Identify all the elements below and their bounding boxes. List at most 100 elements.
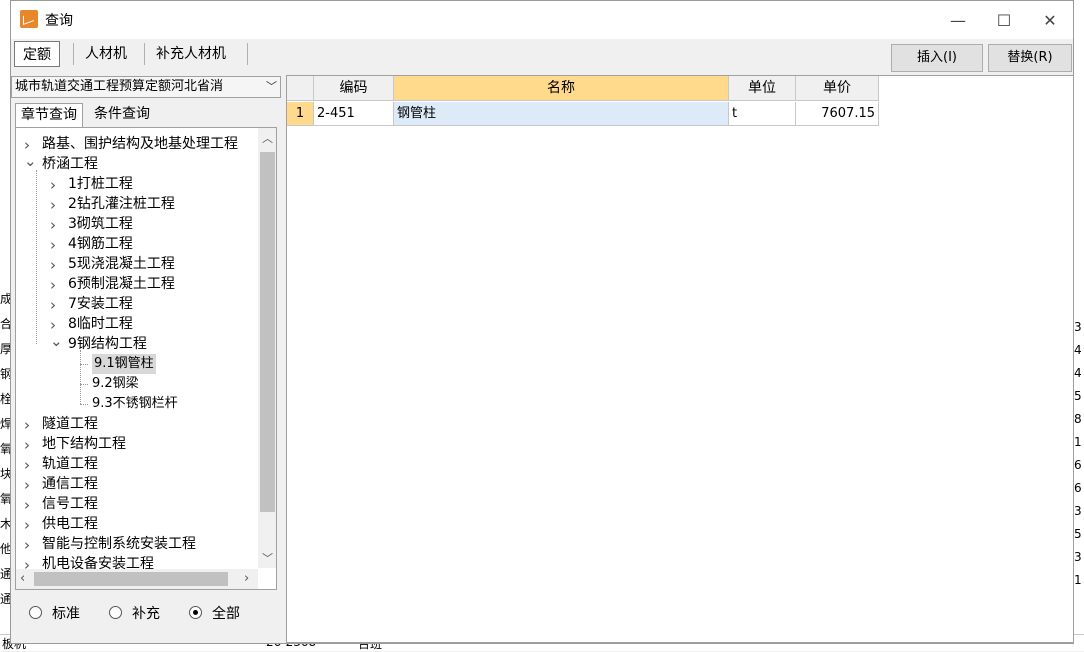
tree-node[interactable]: 供电工程 <box>42 514 98 534</box>
tree-node[interactable]: 信号工程 <box>42 494 98 514</box>
tab-divider <box>144 43 145 65</box>
tree-guide-line <box>80 384 88 385</box>
scroll-right-icon[interactable]: › <box>244 571 249 586</box>
collapse-chevron-icon[interactable]: › <box>24 516 30 534</box>
cell-price[interactable]: 7607.15 <box>796 102 879 126</box>
tree-guide-line <box>80 364 88 365</box>
tab-divider <box>247 43 248 65</box>
cell-name[interactable]: 钢管柱 <box>394 102 729 126</box>
tree-node[interactable]: 桥涵工程 <box>42 154 98 174</box>
subtab-chapter-query[interactable]: 章节查询 <box>15 103 83 127</box>
radio-circle-icon[interactable] <box>109 606 122 619</box>
quota-book-select[interactable]: 城市轨道交通工程预算定额河北省消 ﹀ <box>11 76 281 98</box>
insert-button[interactable]: 插入(I) <box>891 44 983 72</box>
column-header-unit[interactable]: 单位 <box>729 76 796 101</box>
collapse-chevron-icon[interactable]: › <box>50 256 56 274</box>
tree-node[interactable]: 4钢筋工程 <box>68 234 133 254</box>
tab-divider <box>73 43 74 65</box>
collapse-chevron-icon[interactable]: › <box>50 216 56 234</box>
filter-label: 标准 <box>52 606 80 622</box>
app-icon <box>20 10 38 28</box>
collapse-chevron-icon[interactable]: › <box>24 476 30 494</box>
tree-node[interactable]: 9.3不锈钢栏杆 <box>92 394 178 414</box>
bg-right-digit: 4 <box>1074 343 1082 357</box>
bg-right-digit: 1 <box>1074 573 1082 587</box>
tab-custom-labor-material[interactable]: 补充人材机 <box>148 41 234 67</box>
tree-node[interactable]: 6预制混凝土工程 <box>68 274 175 294</box>
tree-vertical-thumb[interactable] <box>260 152 275 512</box>
tree-node[interactable]: 8临时工程 <box>68 314 133 334</box>
bg-right-digit: 8 <box>1074 412 1082 426</box>
bg-right-digit: 5 <box>1074 527 1082 541</box>
expand-chevron-icon[interactable]: ⌄ <box>50 332 63 350</box>
radio-circle-icon[interactable] <box>29 606 42 619</box>
filter-label: 全部 <box>212 606 240 622</box>
chevron-down-icon: ﹀ <box>266 80 277 93</box>
radio-circle-icon[interactable] <box>189 606 202 619</box>
tree-guide-line <box>80 350 81 404</box>
subtab-condition-query[interactable]: 条件查询 <box>89 103 155 127</box>
collapse-chevron-icon[interactable]: › <box>50 196 56 214</box>
query-dialog: 查询 — ☐ ✕ 定额 人材机 补充人材机 插入(I) 替换(R) 城市轨道交通… <box>10 0 1074 644</box>
column-header-price[interactable]: 单价 <box>796 76 879 101</box>
cell-code[interactable]: 2-451 <box>314 102 394 126</box>
chapter-tree[interactable]: › 路基、围护结构及地基处理工程 ⌄ 桥涵工程 › 1打桩工程 › 2钻孔灌注桩工程 › 3砌筑工… <box>15 127 277 590</box>
expand-chevron-icon[interactable]: ⌄ <box>24 152 37 170</box>
tree-node[interactable]: 2钻孔灌注桩工程 <box>68 194 175 214</box>
bg-right-digit: 5 <box>1074 389 1082 403</box>
scroll-down-icon[interactable]: ﹀ <box>262 550 273 566</box>
tree-node[interactable]: 7安装工程 <box>68 294 133 314</box>
tree-horizontal-thumb[interactable] <box>34 572 228 586</box>
tree-node[interactable]: 地下结构工程 <box>42 434 126 454</box>
collapse-chevron-icon[interactable]: › <box>24 536 30 554</box>
bg-right-digit: 6 <box>1074 481 1082 495</box>
scroll-left-icon[interactable]: ‹ <box>20 571 25 586</box>
tree-node[interactable]: 3砌筑工程 <box>68 214 133 234</box>
maximize-button[interactable]: ☐ <box>981 1 1027 39</box>
tree-guide-line <box>80 404 88 405</box>
tree-node[interactable]: 智能与控制系统安装工程 <box>42 534 196 554</box>
grid-corner-header <box>287 76 314 101</box>
tree-node[interactable]: 9.1钢管柱 <box>92 354 156 374</box>
close-button[interactable]: ✕ <box>1027 1 1073 39</box>
collapse-chevron-icon[interactable]: › <box>50 236 56 254</box>
filter-label: 补充 <box>132 606 160 622</box>
tree-node[interactable]: 轨道工程 <box>42 454 98 474</box>
column-header-code[interactable]: 编码 <box>314 76 394 101</box>
minimize-button[interactable]: — <box>935 1 981 39</box>
collapse-chevron-icon[interactable]: › <box>50 276 56 294</box>
bg-right-digit: 3 <box>1074 504 1082 518</box>
bg-right-digit: 4 <box>1074 366 1082 380</box>
replace-button[interactable]: 替换(R) <box>988 44 1072 72</box>
scroll-up-icon[interactable]: ︿ <box>262 130 273 146</box>
collapse-chevron-icon[interactable]: › <box>50 176 56 194</box>
row-number[interactable]: 1 <box>287 102 314 126</box>
bg-right-digit: 6 <box>1074 458 1082 472</box>
tree-node[interactable]: 5现浇混凝土工程 <box>68 254 175 274</box>
tree-node[interactable]: 9钢结构工程 <box>68 334 147 354</box>
collapse-chevron-icon[interactable]: › <box>24 416 30 434</box>
tree-node[interactable]: 隧道工程 <box>42 414 98 434</box>
filter-radio-option[interactable]: 全部 <box>189 605 240 623</box>
window-title: 查询 <box>45 13 73 29</box>
tree-guide-line <box>36 170 37 344</box>
collapse-chevron-icon[interactable]: › <box>24 496 30 514</box>
collapse-chevron-icon[interactable]: › <box>50 296 56 314</box>
tab-quota[interactable]: 定额 <box>14 41 60 67</box>
tab-labor-material[interactable]: 人材机 <box>77 41 135 67</box>
cell-unit[interactable]: t <box>729 102 796 126</box>
title-bar[interactable]: 查询 — ☐ ✕ <box>11 1 1073 39</box>
collapse-chevron-icon[interactable]: › <box>24 456 30 474</box>
bg-right-digit: 3 <box>1074 550 1082 564</box>
filter-radio-option[interactable]: 补充 <box>109 605 160 623</box>
column-header-name[interactable]: 名称 <box>394 76 729 101</box>
tree-node[interactable]: 通信工程 <box>42 474 98 494</box>
quota-grid[interactable]: 编码 名称 单位 单价 1 2-451 钢管柱 t 7607.15 <box>286 75 1074 643</box>
filter-radio-option[interactable]: 标准 <box>29 605 80 623</box>
bg-right-digit: 3 <box>1074 320 1082 334</box>
tree-node[interactable]: 路基、围护结构及地基处理工程 <box>42 134 238 154</box>
quota-book-value: 城市轨道交通工程预算定额河北省消 <box>15 79 224 94</box>
collapse-chevron-icon[interactable]: › <box>24 436 30 454</box>
tree-node[interactable]: 9.2钢梁 <box>92 374 139 394</box>
tree-node[interactable]: 1打桩工程 <box>68 174 133 194</box>
